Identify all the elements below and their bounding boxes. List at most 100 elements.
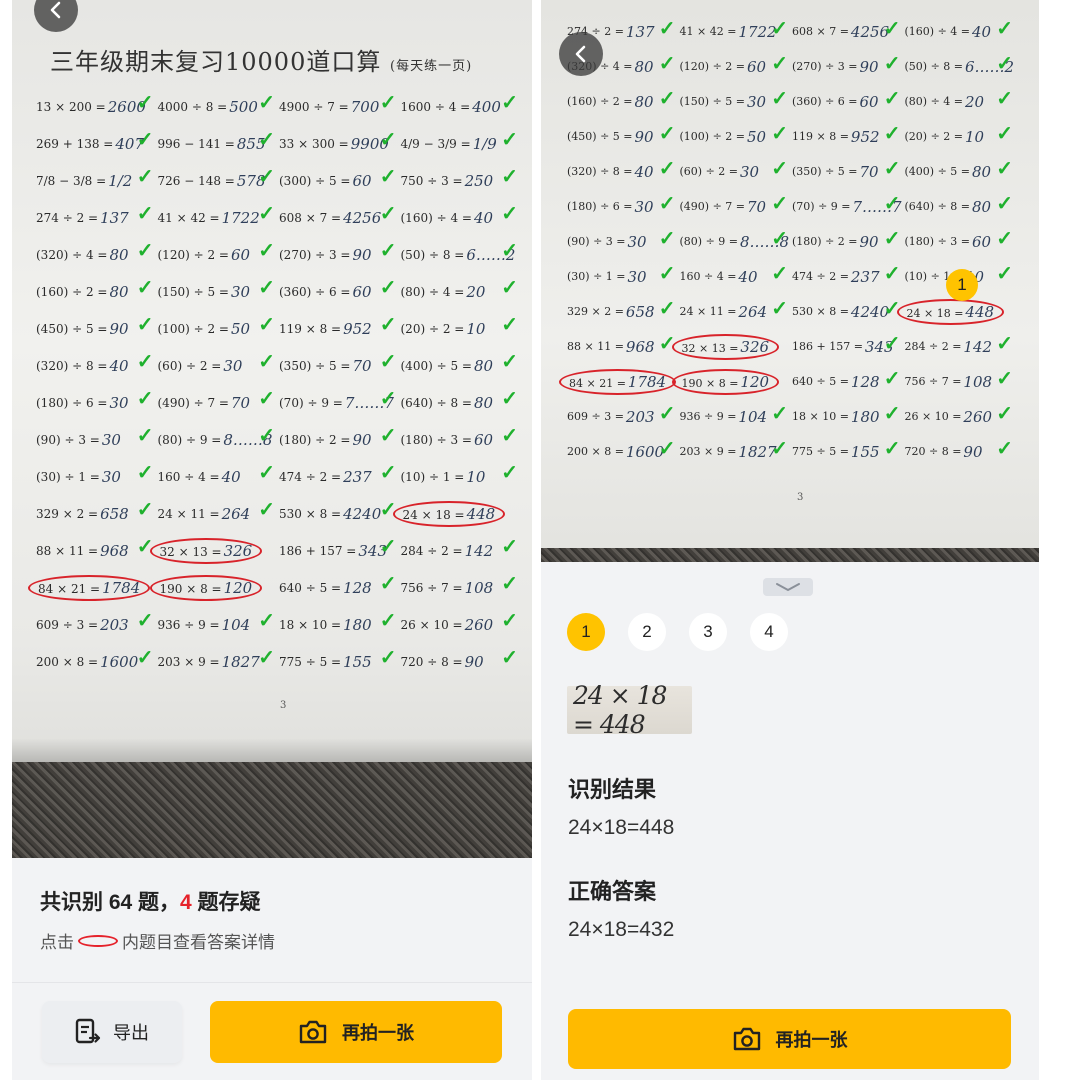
- selected-problem-badge[interactable]: 1: [946, 269, 978, 301]
- handwritten-answer: 30: [223, 356, 243, 375]
- problem-cell: 41 × 42 = 1722 ✓: [680, 14, 793, 49]
- check-icon: ✓: [258, 90, 275, 114]
- handwritten-answer: 968: [100, 541, 129, 560]
- check-icon: ✓: [658, 296, 676, 320]
- tab-problem-2[interactable]: 2: [628, 613, 666, 651]
- handwritten-answer: 60: [473, 430, 494, 449]
- problem-text: 474 ÷ 2 =: [279, 469, 342, 484]
- handwritten-answer: 155: [343, 652, 372, 671]
- check-icon: ✓: [658, 261, 676, 285]
- handwritten-answer: 30: [627, 232, 647, 251]
- check-icon: ✓: [258, 460, 275, 484]
- problem-text: 4900 ÷ 7 =: [279, 99, 349, 114]
- chevron-left-icon: [50, 1, 61, 19]
- handwritten-answer: 60: [747, 57, 767, 76]
- doubtful-problem-cell[interactable]: 32 × 13 = 326: [671, 329, 793, 364]
- check-icon: ✓: [771, 226, 788, 250]
- recognition-summary: 共识别 64 题，4 题存疑 点击 内题目查看答案详情: [40, 886, 275, 953]
- check-icon: ✓: [996, 191, 1013, 215]
- handwritten-answer: 128: [850, 372, 880, 391]
- handwritten-answer: 326: [740, 337, 770, 356]
- handwritten-answer: 1722: [221, 208, 260, 227]
- handwritten-answer: 90: [109, 319, 129, 338]
- problem-cell: (350) ÷ 5 = 70 ✓: [792, 154, 905, 189]
- handwritten-answer: 30: [101, 467, 121, 486]
- problem-text: 269 + 138 =: [36, 136, 114, 151]
- doubtful-problem-cell[interactable]: 190 × 8 = 120: [149, 569, 280, 606]
- problem-cell: (30) ÷ 1 = 30 ✓: [567, 259, 680, 294]
- check-icon: ✓: [136, 608, 154, 632]
- worksheet-photo: 三年级期末复习10000道口算 (每天练一页) 13 × 200 = 2600 ✓ 4…: [12, 0, 532, 858]
- handwritten-answer: 237: [850, 267, 880, 286]
- doubtful-problem-cell[interactable]: 190 × 8 = 120: [671, 364, 793, 399]
- result-overview-panel: 三年级期末复习10000道口算 (每天练一页) 13 × 200 = 2600 ✓ 4…: [12, 0, 532, 1080]
- problem-text: 13 × 200 =: [36, 99, 106, 114]
- problem-cell: (20) ÷ 2 = 10 ✓: [401, 310, 523, 347]
- collapse-handle[interactable]: [763, 578, 813, 596]
- problem-detail-panel: 274 ÷ 2 = 137 ✓ 41 × 42 = 1722 ✓ 608 × 7 = 4256…: [541, 0, 1039, 1080]
- handwritten-answer: 90: [963, 442, 983, 461]
- check-icon: ✓: [379, 534, 397, 558]
- tab-problem-1[interactable]: 1: [567, 613, 605, 651]
- handwritten-answer: 250: [464, 171, 494, 190]
- check-icon: ✓: [136, 90, 154, 114]
- carpet-background: [12, 762, 532, 858]
- camera-icon: [298, 1019, 328, 1045]
- handwritten-answer: 90: [464, 652, 484, 671]
- check-icon: ✓: [883, 86, 901, 110]
- problem-text: 750 ÷ 3 =: [400, 173, 463, 188]
- worksheet-subtitle: (每天练一页): [390, 59, 473, 74]
- problem-cell: (640) ÷ 8 = 80 ✓: [401, 384, 523, 421]
- retake-button[interactable]: 再拍一张: [210, 1001, 502, 1063]
- problem-cell: 1600 ÷ 4 = 400 ✓: [401, 88, 523, 125]
- retake-button[interactable]: 再拍一张: [568, 1009, 1011, 1069]
- handwritten-answer: 30: [740, 162, 760, 181]
- handwritten-answer: 137: [100, 208, 129, 227]
- problem-cell: (80) ÷ 9 = 8……8 ✓: [680, 224, 793, 259]
- export-button[interactable]: 导出: [42, 1001, 182, 1063]
- problem-cell: 13 × 200 = 2600 ✓: [36, 88, 158, 125]
- problem-text: (20) ÷ 2 =: [904, 130, 964, 143]
- worksheet-title: 三年级期末复习10000道口算 (每天练一页): [50, 42, 472, 77]
- tab-problem-4[interactable]: 4: [750, 613, 788, 651]
- problem-text: (60) ÷ 2 =: [157, 358, 222, 373]
- problem-text: 1600 ÷ 4 =: [400, 99, 471, 114]
- problem-text: 284 ÷ 2 =: [400, 543, 463, 558]
- problem-text: (180) ÷ 6 =: [567, 200, 633, 213]
- check-icon: ✓: [501, 312, 518, 336]
- retake-label: 再拍一张: [775, 1030, 848, 1050]
- check-icon: ✓: [501, 127, 518, 151]
- check-icon: ✓: [136, 312, 154, 336]
- problem-text: 756 ÷ 7 =: [400, 580, 463, 595]
- problem-text: (270) ÷ 3 =: [792, 60, 858, 73]
- problem-cell: 640 ÷ 5 = 128 ✓: [792, 364, 905, 399]
- check-icon: ✓: [658, 226, 676, 250]
- problem-cell: (80) ÷ 9 = 8……8 ✓: [158, 421, 280, 458]
- problem-cell: 756 ÷ 7 = 108 ✓: [401, 569, 523, 606]
- back-button[interactable]: [559, 32, 603, 76]
- summary-count-line: 共识别 64 题，4 题存疑: [40, 886, 275, 916]
- handwritten-answer: 142: [963, 337, 993, 356]
- back-button[interactable]: [34, 0, 78, 32]
- check-icon: ✓: [771, 86, 788, 110]
- problem-text: 4/9 − 3/9 =: [400, 136, 471, 151]
- handwritten-answer: 700: [350, 97, 380, 116]
- doubtful-problem-cell[interactable]: 32 × 13 = 326: [149, 532, 280, 569]
- problem-cell: (180) ÷ 6 = 30 ✓: [567, 189, 680, 224]
- problem-text: 88 × 11 =: [36, 543, 99, 558]
- tab-problem-3[interactable]: 3: [689, 613, 727, 651]
- problem-cell: 26 × 10 = 260 ✓: [905, 399, 1018, 434]
- handwritten-answer: 90: [634, 127, 654, 146]
- doubtful-problem-cell[interactable]: 84 × 21 = 1784: [559, 364, 680, 399]
- problem-cell: (180) ÷ 3 = 60 ✓: [905, 224, 1018, 259]
- problem-text: (640) ÷ 8 =: [400, 395, 472, 410]
- check-icon: ✓: [258, 645, 275, 669]
- problem-text: (400) ÷ 5 =: [904, 165, 971, 178]
- problem-text: (70) ÷ 9 =: [279, 395, 343, 410]
- page-edge: [12, 738, 532, 762]
- doubtful-problem-cell[interactable]: 84 × 21 = 1784: [28, 569, 158, 606]
- problem-cell: (270) ÷ 3 = 90 ✓: [792, 49, 905, 84]
- doubtful-problem-cell[interactable]: 24 × 18 = 448: [392, 495, 523, 532]
- handwritten-answer: 1784: [102, 578, 141, 597]
- problem-text: (90) ÷ 3 =: [567, 235, 626, 248]
